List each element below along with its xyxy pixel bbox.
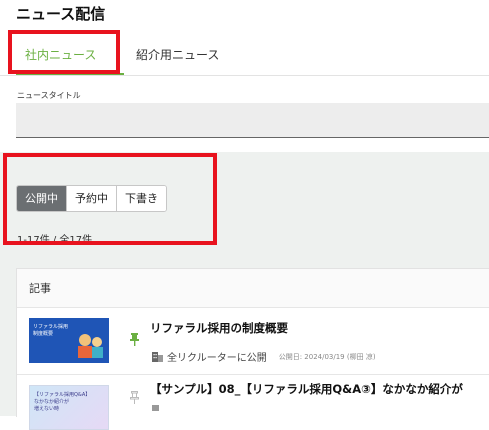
- news-title-input[interactable]: [16, 103, 489, 138]
- articles-table: 記事 リファラル採用 制度概要 リファラル採用の制度概要 全リクルーターに公開 …: [16, 268, 489, 430]
- tab-referral-news[interactable]: 紹介用ニュース: [136, 46, 219, 63]
- audience-label: 全リクルーターに公開: [167, 353, 267, 364]
- building-icon: [152, 405, 159, 411]
- article-title[interactable]: リファラル採用の制度概要: [150, 320, 288, 336]
- pin-outline-icon[interactable]: [130, 391, 139, 404]
- published-date: 公開日: 2024/03/19 (柳田 凉): [278, 352, 376, 361]
- status-filter: 公開中 予約中 下書き: [16, 185, 167, 212]
- tab-divider: [0, 75, 489, 76]
- news-title-label: ニュースタイトル: [17, 91, 81, 100]
- article-title[interactable]: 【サンプル】08_【リファラル採用Q&A③】なかなか紹介が: [150, 381, 463, 397]
- page-title: ニュース配信: [16, 5, 106, 23]
- building-icon: [152, 351, 163, 362]
- article-thumbnail[interactable]: リファラル採用 制度概要: [29, 318, 109, 363]
- filter-published-button[interactable]: 公開中: [17, 186, 66, 211]
- filter-scheduled-button[interactable]: 予約中: [66, 186, 116, 211]
- article-meta: 全リクルーターに公開 公開日: 2024/03/19 (柳田 凉): [152, 349, 376, 364]
- tab-internal-news[interactable]: 社内ニュース: [25, 46, 96, 63]
- active-tab-indicator: [16, 73, 124, 75]
- table-header-article: 記事: [29, 282, 51, 295]
- thumbnail-illustration: [78, 334, 103, 358]
- filter-draft-button[interactable]: 下書き: [116, 186, 166, 211]
- table-row[interactable]: リファラル採用 制度概要 リファラル採用の制度概要 全リクルーターに公開 公開日…: [17, 308, 489, 375]
- pin-icon[interactable]: [130, 333, 139, 346]
- thumbnail-text: 【リファラル採用Q&A】 なかなか紹介が 増えない時: [34, 392, 91, 412]
- article-thumbnail[interactable]: 【リファラル採用Q&A】 なかなか紹介が 増えない時: [29, 385, 109, 430]
- table-row[interactable]: 【リファラル採用Q&A】 なかなか紹介が 増えない時 【サンプル】08_【リファ…: [17, 375, 489, 430]
- result-count: 1-17件 / 全17件: [17, 235, 93, 246]
- table-header: 記事: [17, 269, 489, 308]
